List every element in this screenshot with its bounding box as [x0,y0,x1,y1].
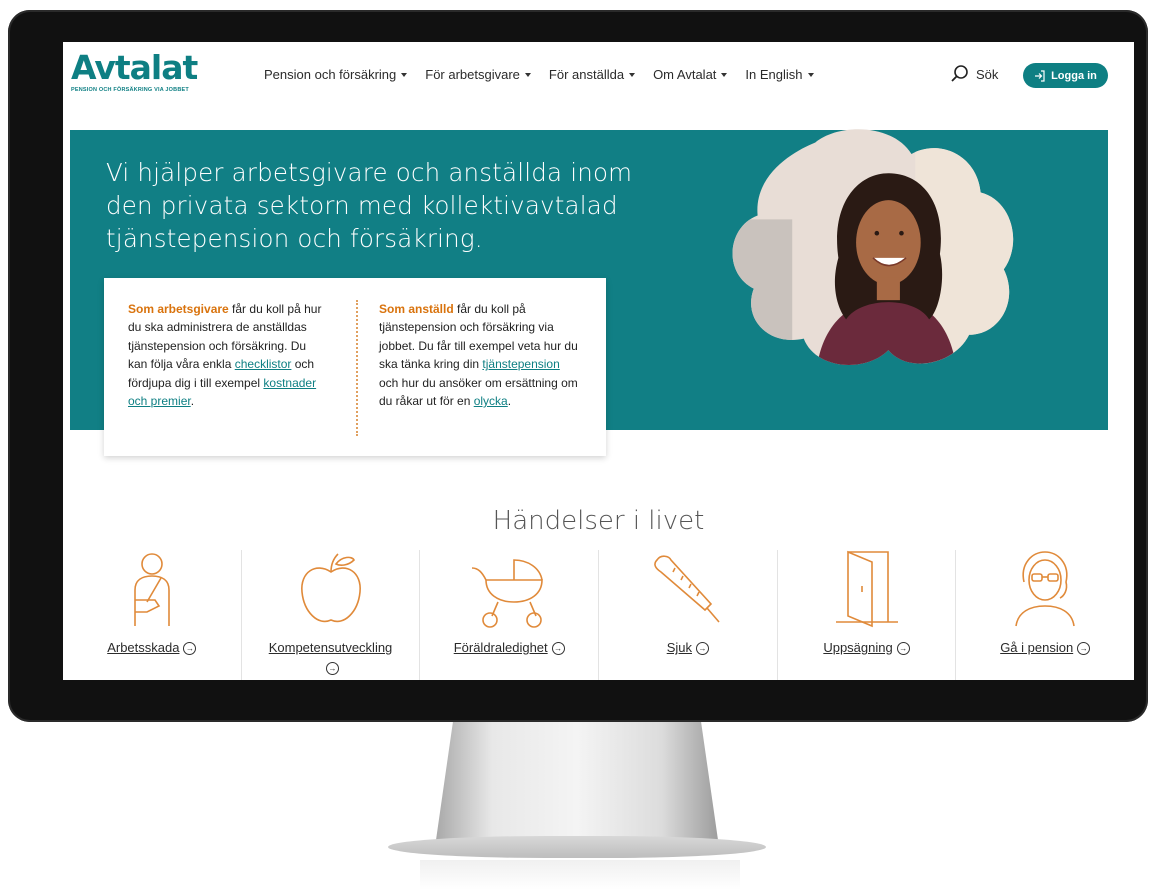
thermometer-icon [653,555,720,623]
event-label: Kompetensutveckling [268,640,393,655]
arrow-circle-icon: → [183,642,197,656]
search-button[interactable]: Sök [950,64,998,84]
employer-highlight: Som arbetsgivare [128,302,229,316]
caret-down-icon [401,72,408,77]
event-label: Föräldraledighet [453,640,548,655]
nav-item-employees[interactable]: För anställda [540,67,644,82]
event-parental-leave[interactable]: Föräldraledighet → [420,550,600,680]
event-label: Uppsägning [823,640,893,655]
login-label: Logga in [1051,69,1097,82]
nav-item-about[interactable]: Om Avtalat [644,67,736,82]
event-termination[interactable]: Uppsägning → [778,550,957,680]
site-logo[interactable]: Avtalat PENSION OCH FÖRSÄKRING VIA JOBBE… [71,48,198,94]
monitor-base [388,836,766,858]
logo-wordmark: Avtalat [71,48,198,87]
logo-tagline: PENSION OCH FÖRSÄKRING VIA JOBBET [71,87,189,93]
apple-icon [300,553,361,623]
elderly-person-icon [1015,551,1075,627]
employer-text: . [190,394,195,409]
nav-item-pension[interactable]: Pension och försäkring [255,67,416,82]
browser-viewport: Avtalat PENSION OCH FÖRSÄKRING VIA JOBBE… [63,42,1134,680]
injured-person-icon [134,553,170,626]
employee-text: . [507,394,512,409]
event-label: Gå i pension [1000,640,1074,655]
nav-item-english[interactable]: In English [736,67,822,82]
arrow-circle-icon: → [896,642,910,656]
stroller-icon [472,559,543,628]
info-card: Som arbetsgivare får du koll på hur du s… [104,278,606,456]
checklist-link[interactable]: checklistor [235,357,292,371]
arrow-circle-icon: → [1077,642,1091,656]
caret-down-icon [629,72,636,77]
event-work-injury[interactable]: Arbetsskada → [63,550,242,680]
hero-title: Vi hjälper arbetsgivare och anställda in… [106,158,633,253]
accident-link[interactable]: olycka [474,394,508,408]
main-nav: Pension och försäkring För arbetsgivare … [255,67,823,82]
event-label: Sjuk [666,640,692,655]
monitor-stand [436,722,718,840]
door-icon [835,550,898,628]
caret-down-icon [721,72,728,77]
info-divider [356,300,358,436]
nav-item-label: In English [745,67,803,82]
arrow-circle-icon: → [551,642,565,656]
nav-item-employers[interactable]: För arbetsgivare [416,67,540,82]
events-heading: Händelser i livet [492,506,705,536]
employee-highlight: Som anställd [379,302,454,316]
nav-item-label: Pension och försäkring [264,67,397,82]
event-skills-development[interactable]: Kompetensutveckling → [242,550,421,680]
nav-item-label: Om Avtalat [653,67,717,82]
nav-item-label: För arbetsgivare [425,67,520,82]
nav-item-label: För anställda [548,67,625,82]
employee-info: Som anställd får du koll på tjänstepensi… [379,300,579,410]
monitor-shadow [420,860,740,890]
login-icon [1035,69,1045,82]
employer-info: Som arbetsgivare får du koll på hur du s… [128,300,328,410]
occupational-pension-link[interactable]: tjänstepension [482,357,559,371]
caret-down-icon [524,72,531,77]
caret-down-icon [807,72,814,77]
arrow-circle-icon: → [696,642,709,656]
event-label: Arbetsskada [107,640,180,655]
event-sick[interactable]: Sjuk → [599,550,778,680]
login-button[interactable]: Logga in [1023,63,1108,88]
life-events-list: Arbetsskada → Kompetensutveckling → Föräld… [63,550,1134,680]
hero-portrait-image [732,129,1014,365]
arrow-circle-icon: → [326,662,339,676]
event-retirement[interactable]: Gå i pension → [956,550,1134,680]
search-icon [951,65,968,82]
search-label: Sök [976,66,999,82]
